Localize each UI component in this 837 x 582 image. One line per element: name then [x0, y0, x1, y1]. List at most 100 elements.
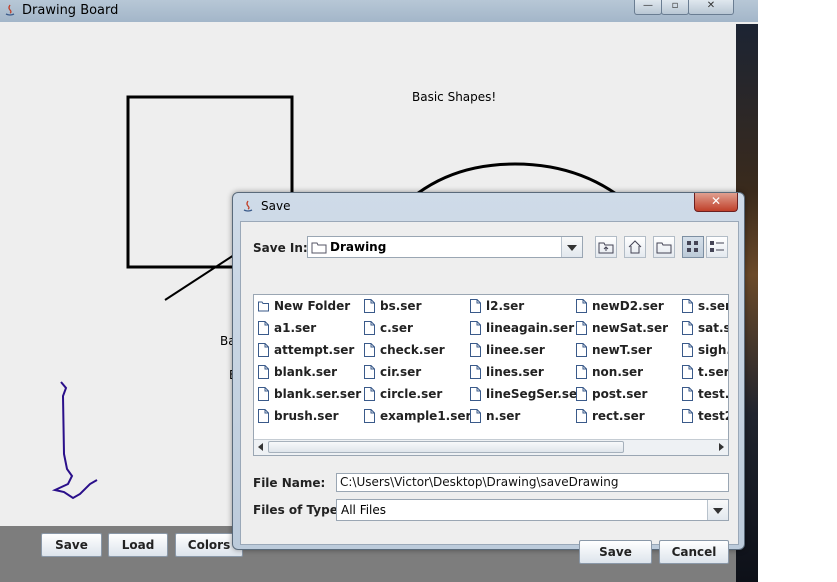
save-in-label: Save In:	[253, 241, 308, 255]
file-item[interactable]: newT.ser	[576, 343, 652, 363]
horizontal-scrollbar[interactable]	[254, 439, 728, 455]
file-icon	[364, 321, 375, 335]
file-item[interactable]: l2.ser	[470, 299, 524, 319]
file-item[interactable]: blank.ser	[258, 365, 337, 385]
basic-shapes-label: Basic Shapes!	[412, 90, 497, 104]
file-name-text: sigh.ser	[698, 343, 728, 357]
minimize-button[interactable]: —	[634, 0, 662, 15]
file-name-text: lines.ser	[486, 365, 544, 379]
new-folder-button[interactable]	[653, 236, 675, 258]
file-icon	[470, 387, 481, 401]
folder-icon	[258, 301, 269, 312]
chevron-down-icon[interactable]	[707, 500, 728, 520]
dialog-save-button[interactable]: Save	[579, 540, 652, 564]
file-name-field[interactable]: C:\Users\Victor\Desktop\Drawing\saveDraw…	[336, 473, 729, 492]
file-name-text: s.ser	[698, 299, 729, 313]
file-icon	[364, 299, 375, 313]
file-item[interactable]: newSat.ser	[576, 321, 668, 341]
file-item[interactable]: brush.ser	[258, 409, 339, 429]
file-name-text: newT.ser	[592, 343, 652, 357]
file-name-text: t.ser	[698, 365, 729, 379]
window-title: Drawing Board	[22, 3, 119, 18]
save-in-value: Drawing	[330, 240, 387, 254]
close-button[interactable]: ✕	[688, 0, 734, 15]
file-item[interactable]: circle.ser	[364, 387, 442, 407]
chevron-down-icon[interactable]	[561, 237, 582, 257]
file-item[interactable]: newD2.ser	[576, 299, 664, 319]
file-item[interactable]: linee.ser	[470, 343, 545, 363]
file-name-text: lineagain.ser	[486, 321, 575, 335]
file-icon	[364, 387, 375, 401]
up-one-level-button[interactable]	[595, 236, 617, 258]
file-icon	[682, 387, 693, 401]
file-icon	[470, 321, 481, 335]
file-icon	[364, 365, 375, 379]
file-list[interactable]: New Folder a1.ser attempt.ser blank.ser blan…	[253, 294, 729, 456]
save-button[interactable]: Save	[41, 533, 102, 557]
file-icon	[470, 343, 481, 357]
file-name-text: post.ser	[592, 387, 648, 401]
file-item[interactable]: test2.ser	[682, 409, 728, 429]
dialog-close-button[interactable]: ✕	[694, 193, 738, 212]
file-name-text: test.ser	[698, 387, 729, 401]
file-icon	[576, 409, 587, 423]
file-name-text: newSat.ser	[592, 321, 669, 335]
file-name-text: lineSegSer.ser	[486, 387, 584, 401]
file-item[interactable]: check.ser	[364, 343, 445, 363]
file-item[interactable]: blank.ser.ser	[258, 387, 361, 407]
dialog-cancel-button[interactable]: Cancel	[659, 540, 729, 564]
file-item[interactable]: rect.ser	[576, 409, 645, 429]
scroll-right-icon[interactable]	[715, 441, 727, 453]
file-item[interactable]: example1.ser	[364, 409, 471, 429]
file-name-text: bs.ser	[380, 299, 422, 313]
files-of-type-combo[interactable]: All Files	[336, 499, 729, 521]
file-name-text: rect.ser	[592, 409, 645, 423]
file-item[interactable]: lineSegSer.ser	[470, 387, 583, 407]
file-name-text: attempt.ser	[274, 343, 355, 357]
file-name-text: brush.ser	[274, 409, 339, 423]
list-view-button[interactable]	[682, 236, 704, 258]
files-of-type-value: All Files	[341, 503, 387, 517]
file-item[interactable]: cir.ser	[364, 365, 421, 385]
java-icon	[243, 200, 253, 212]
file-item[interactable]: c.ser	[364, 321, 413, 341]
file-name-text: non.ser	[592, 365, 644, 379]
file-item[interactable]: sat.ser	[682, 321, 728, 341]
file-icon	[682, 299, 693, 313]
folder-item[interactable]: New Folder	[258, 299, 350, 319]
home-icon	[628, 240, 642, 254]
details-view-button[interactable]	[706, 236, 728, 258]
file-name-text: l2.ser	[486, 299, 525, 313]
maximize-button[interactable]: ▫	[661, 0, 689, 15]
load-button[interactable]: Load	[108, 533, 168, 557]
file-item[interactable]: test.ser	[682, 387, 729, 407]
dialog-body: Save In: Drawing New Folder a1.ser attem…	[240, 221, 739, 564]
details-view-icon	[710, 241, 724, 252]
scrollbar-thumb[interactable]	[268, 441, 624, 453]
file-name-text: a1.ser	[274, 321, 317, 335]
scroll-left-icon[interactable]	[255, 441, 267, 453]
file-name-text: cir.ser	[380, 365, 422, 379]
save-in-combo[interactable]: Drawing	[307, 236, 583, 258]
file-name-text: n.ser	[486, 409, 521, 423]
file-item[interactable]: n.ser	[470, 409, 520, 429]
file-item[interactable]: bs.ser	[364, 299, 422, 319]
file-name-text: linee.ser	[486, 343, 545, 357]
files-of-type-label: Files of Type:	[253, 503, 343, 517]
file-item[interactable]: non.ser	[576, 365, 643, 385]
file-item[interactable]: attempt.ser	[258, 343, 354, 363]
file-item[interactable]: sigh.ser	[682, 343, 728, 363]
file-icon	[576, 321, 587, 335]
file-item[interactable]: lines.ser	[470, 365, 544, 385]
title-bar: Drawing Board — ▫ ✕	[0, 0, 758, 22]
file-item[interactable]: s.ser	[682, 299, 729, 319]
file-item[interactable]: lineagain.ser	[470, 321, 574, 341]
file-item[interactable]: t.ser	[682, 365, 729, 385]
file-item[interactable]: a1.ser	[258, 321, 316, 341]
new-folder-icon	[656, 242, 672, 254]
home-button[interactable]	[624, 236, 646, 258]
file-name-text: example1.ser	[380, 409, 472, 423]
folder-icon	[311, 242, 327, 254]
file-name-text: blank.ser.ser	[274, 387, 362, 401]
file-item[interactable]: post.ser	[576, 387, 647, 407]
